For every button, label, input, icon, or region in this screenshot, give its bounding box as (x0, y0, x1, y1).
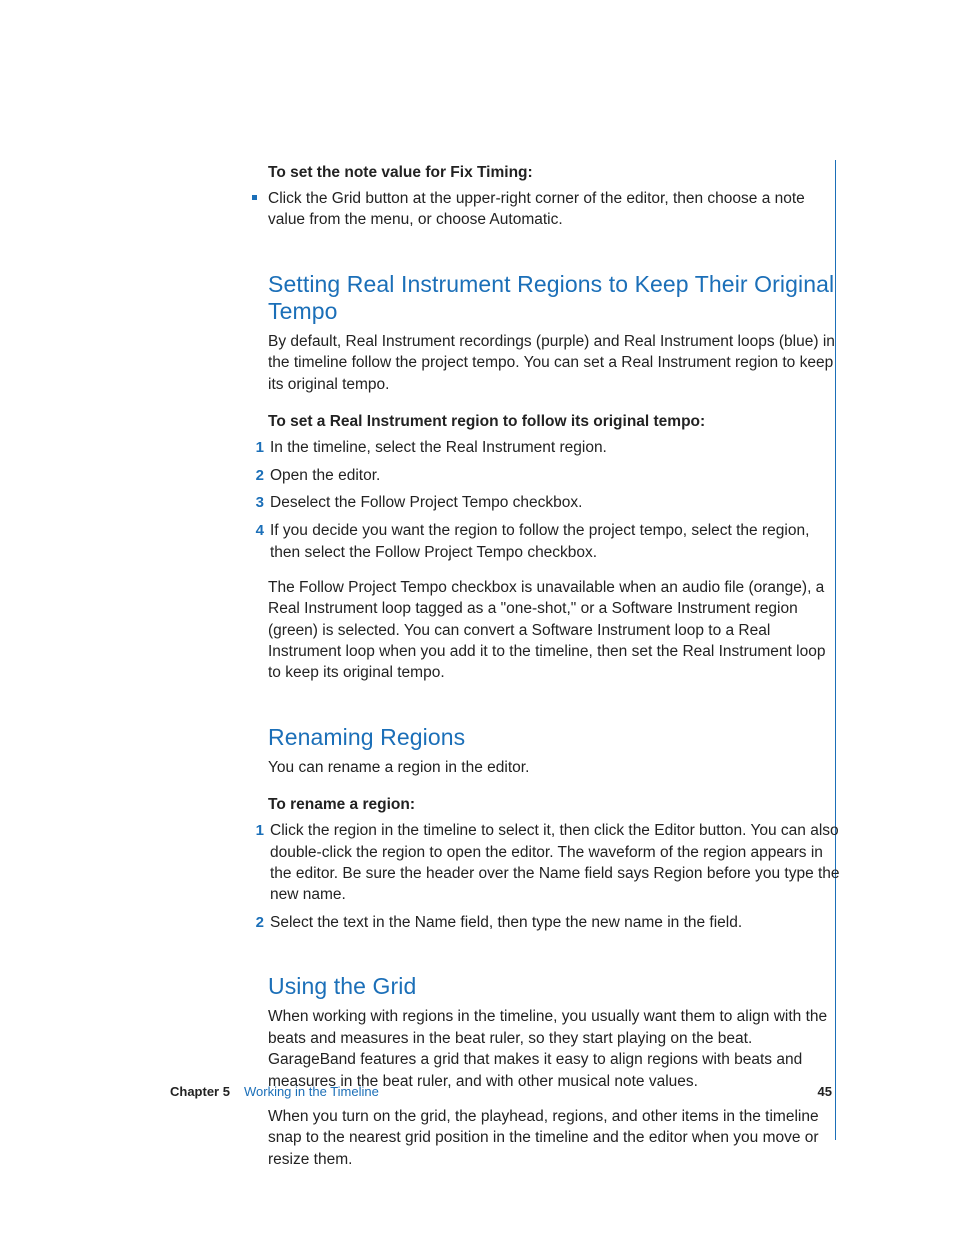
task-heading: To set the note value for Fix Timing: (268, 164, 840, 182)
body-text: In the timeline, select the Real Instrum… (270, 437, 607, 458)
chapter-label: Chapter 5 (170, 1084, 230, 1099)
step-number: 2 (252, 465, 264, 487)
chapter-title: Working in the Timeline (244, 1084, 379, 1099)
step-item: 3 Deselect the Follow Project Tempo check… (252, 492, 840, 514)
step-number: 3 (252, 492, 264, 514)
body-text: Deselect the Follow Project Tempo checkb… (270, 492, 582, 513)
body-text: The Follow Project Tempo checkbox is una… (268, 577, 840, 684)
body-text: Open the editor. (270, 465, 380, 486)
body-text: Click the region in the timeline to sele… (270, 820, 840, 906)
page: To set the note value for Fix Timing: Cl… (0, 0, 954, 1235)
step-item: 1 In the timeline, select the Real Instru… (252, 437, 840, 459)
step-item: 4 If you decide you want the region to fo… (252, 520, 840, 563)
step-number: 2 (252, 912, 264, 934)
section-heading: Using the Grid (268, 973, 840, 1000)
step-item: 2 Select the text in the Name field, then… (252, 912, 840, 934)
task-heading: To set a Real Instrument region to follo… (268, 413, 840, 431)
step-number: 1 (252, 820, 264, 842)
step-item: 2 Open the editor. (252, 465, 840, 487)
body-text: You can rename a region in the editor. (268, 757, 840, 778)
body-text: By default, Real Instrument recordings (… (268, 331, 840, 395)
step-number: 4 (252, 520, 264, 542)
task-heading: To rename a region: (268, 796, 840, 814)
body-text: Click the Grid button at the upper-right… (268, 188, 840, 231)
bullet-item: Click the Grid button at the upper-right… (252, 188, 840, 231)
body-text: When working with regions in the timelin… (268, 1006, 840, 1092)
page-footer: Chapter 5 Working in the Timeline 45 (170, 1084, 850, 1099)
body-text: Select the text in the Name field, then … (270, 912, 742, 933)
body-text: If you decide you want the region to fol… (270, 520, 840, 563)
step-number: 1 (252, 437, 264, 459)
body-text: When you turn on the grid, the playhead,… (268, 1106, 840, 1170)
page-number: 45 (818, 1084, 832, 1099)
section-heading: Renaming Regions (268, 724, 840, 751)
bullet-icon (252, 195, 257, 200)
content-column: To set the note value for Fix Timing: Cl… (268, 164, 840, 1170)
step-item: 1 Click the region in the timeline to sel… (252, 820, 840, 906)
section-heading: Setting Real Instrument Regions to Keep … (268, 271, 840, 325)
